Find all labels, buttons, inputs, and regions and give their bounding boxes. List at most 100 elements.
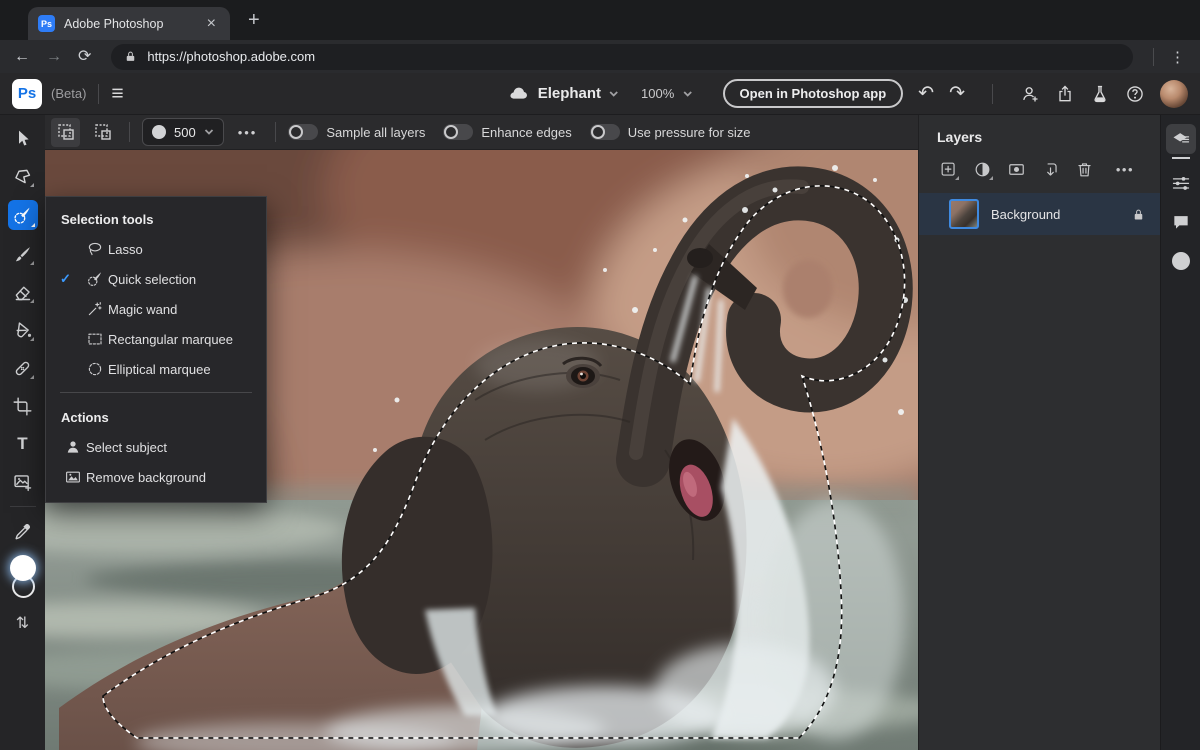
redo-icon[interactable]: ↷: [949, 84, 965, 103]
url-text: https://photoshop.adobe.com: [147, 49, 316, 64]
browser-addressbar: ← → ⟳ https://photoshop.adobe.com ⋮: [0, 40, 1200, 73]
layer-name: Background: [991, 206, 1061, 222]
fill-tool[interactable]: [9, 316, 37, 344]
add-to-selection-button[interactable]: [51, 117, 80, 147]
actions-title: Actions: [61, 410, 109, 425]
left-toolbar: T ⇅: [0, 115, 45, 750]
swap-colors-icon[interactable]: ⇅: [16, 613, 29, 633]
chevron-down-icon[interactable]: [682, 89, 692, 99]
cloud-icon: [510, 87, 527, 99]
document-controls: Elephant 100%: [508, 73, 693, 114]
check-icon: ✓: [60, 271, 71, 286]
brush-size-value: 500: [174, 124, 196, 140]
magic-wand-icon: [82, 300, 108, 318]
main-menu-icon[interactable]: ≡: [111, 83, 123, 104]
menu-item-quick-selection[interactable]: ✓ Quick selection: [46, 264, 266, 294]
browser-tab[interactable]: Ps Adobe Photoshop ×: [28, 7, 230, 40]
layers-panel: Layers ••• Background: [918, 115, 1160, 750]
eraser-tool[interactable]: [9, 278, 37, 306]
add-image-tool[interactable]: [9, 468, 37, 496]
type-tool[interactable]: T: [9, 430, 37, 458]
browser-menu-icon[interactable]: ⋮: [1170, 48, 1186, 66]
options-divider: [129, 122, 130, 142]
menu-item-elliptical-marquee[interactable]: Elliptical marquee: [46, 354, 266, 384]
ps-logo: Ps: [12, 78, 42, 109]
eyedropper-tool[interactable]: [9, 517, 37, 545]
menu-item-lasso[interactable]: Lasso: [46, 234, 266, 264]
url-field[interactable]: https://photoshop.adobe.com: [111, 43, 1133, 70]
more-options-icon[interactable]: •••: [238, 125, 258, 140]
healing-tool[interactable]: [9, 354, 37, 382]
reload-icon[interactable]: ⟳: [78, 48, 91, 65]
tab-close-icon[interactable]: ×: [203, 14, 220, 34]
layer-thumbnail[interactable]: [949, 199, 979, 229]
ps-header: Ps (Beta) ≡ Elephant 100% Open in Photos…: [0, 73, 1200, 115]
color-swatches[interactable]: [8, 555, 38, 603]
layers-more-icon[interactable]: •••: [1108, 157, 1142, 181]
menu-item-label: Remove background: [86, 469, 206, 485]
layers-panel-empty: [919, 235, 1160, 750]
menu-item-label: Elliptical marquee: [108, 361, 211, 377]
crop-tool[interactable]: [9, 392, 37, 420]
chevron-down-icon[interactable]: [609, 89, 619, 99]
lasso-tool[interactable]: [9, 162, 37, 190]
forward-icon[interactable]: →: [46, 48, 62, 65]
toolbar-divider: [9, 506, 36, 507]
layers-panel-button[interactable]: [1165, 124, 1196, 154]
select-subject-icon: [60, 438, 86, 456]
layer-row-background[interactable]: Background: [919, 193, 1160, 235]
adjustments-panel-button[interactable]: [1166, 168, 1196, 198]
layers-actions: •••: [919, 157, 1160, 193]
subtract-from-selection-button[interactable]: [88, 118, 117, 147]
sample-all-layers-toggle[interactable]: [288, 124, 319, 140]
layer-mask-icon[interactable]: [999, 157, 1033, 181]
quick-selection-tool[interactable]: [7, 200, 38, 230]
addressbar-divider: [1153, 47, 1154, 66]
canvas-area: 500 ••• Sample all layers Enhance edges …: [45, 115, 918, 750]
info-panel-button[interactable]: [1166, 246, 1196, 276]
selection-tools-flyout: Selection tools Lasso ✓ Quick selection: [45, 196, 267, 503]
beta-flask-icon[interactable]: [1090, 84, 1110, 104]
options-divider: [275, 122, 277, 142]
enhance-edges-toggle[interactable]: [443, 124, 474, 140]
menu-item-select-subject[interactable]: Select subject: [46, 432, 266, 462]
ps-favicon: Ps: [38, 15, 55, 32]
zoom-level[interactable]: 100%: [641, 86, 674, 101]
document-name[interactable]: Elephant: [538, 85, 601, 102]
lock-icon: [127, 51, 135, 61]
help-icon[interactable]: [1125, 84, 1145, 104]
comments-panel-button[interactable]: [1166, 207, 1196, 237]
adjustment-layer-icon[interactable]: [965, 157, 999, 181]
header-divider: [98, 83, 100, 104]
tab-title: Adobe Photoshop: [64, 16, 164, 31]
undo-icon[interactable]: ↶: [918, 84, 934, 103]
app-window: Ps Adobe Photoshop × + ← → ⟳ https://pho…: [0, 0, 1200, 750]
open-in-photoshop-button[interactable]: Open in Photoshop app: [722, 79, 904, 108]
move-tool[interactable]: [9, 124, 37, 152]
delete-layer-icon[interactable]: [1068, 157, 1102, 181]
brush-size-dropdown[interactable]: 500: [142, 118, 224, 146]
use-pressure-label: Use pressure for size: [627, 124, 751, 140]
back-icon[interactable]: ←: [14, 48, 30, 65]
move-layer-icon[interactable]: [1034, 157, 1068, 181]
invite-people-icon[interactable]: [1020, 84, 1040, 104]
flyout-title: Selection tools: [61, 212, 154, 227]
add-layer-icon[interactable]: [931, 157, 965, 181]
new-tab-button[interactable]: +: [248, 9, 260, 32]
menu-item-rectangular-marquee[interactable]: Rectangular marquee: [46, 324, 266, 354]
menu-item-magic-wand[interactable]: Magic wand: [46, 294, 266, 324]
brush-tool[interactable]: [9, 240, 37, 268]
enhance-edges-label: Enhance edges: [481, 124, 572, 140]
layer-lock-icon[interactable]: [1131, 207, 1146, 222]
chevron-down-icon: [204, 129, 213, 135]
lasso-icon: [82, 240, 108, 258]
user-avatar[interactable]: [1160, 79, 1188, 108]
menu-item-label: Lasso: [108, 241, 143, 257]
header-actions: Open in Photoshop app ↶ ↷: [722, 79, 1188, 108]
foreground-color-swatch[interactable]: [9, 555, 36, 581]
workspace: T ⇅ 500 ••• Sample all layers Enhance ed…: [0, 115, 1200, 750]
use-pressure-toggle[interactable]: [589, 124, 620, 140]
menu-item-remove-background[interactable]: Remove background: [46, 462, 266, 492]
flyout-divider: [60, 392, 252, 393]
share-icon[interactable]: [1055, 84, 1075, 104]
